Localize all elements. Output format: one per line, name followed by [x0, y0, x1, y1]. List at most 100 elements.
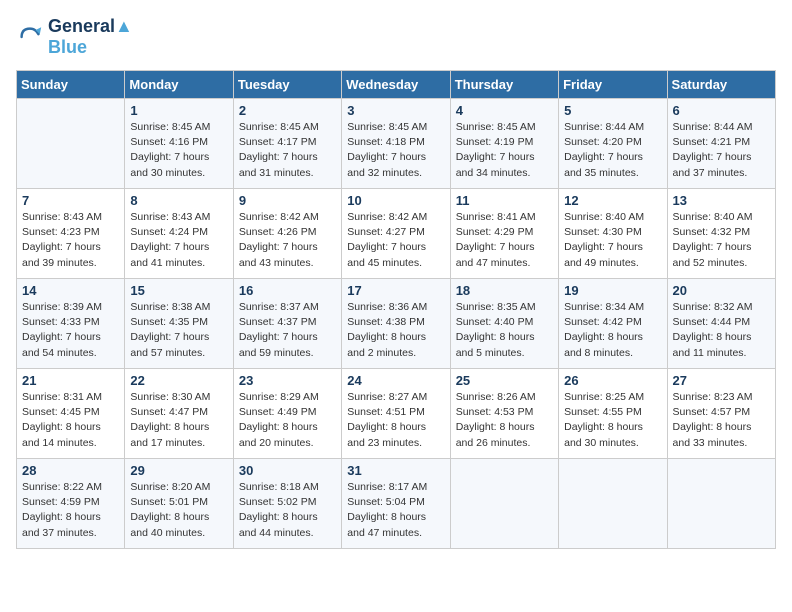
weekday-header: Wednesday	[342, 71, 450, 99]
weekday-header: Monday	[125, 71, 233, 99]
day-number: 23	[239, 373, 336, 388]
cell-info: Sunrise: 8:36 AMSunset: 4:38 PMDaylight:…	[347, 300, 444, 361]
cell-info: Sunrise: 8:17 AMSunset: 5:04 PMDaylight:…	[347, 480, 444, 541]
cell-info: Sunrise: 8:45 AMSunset: 4:17 PMDaylight:…	[239, 120, 336, 181]
calendar-cell: 19 Sunrise: 8:34 AMSunset: 4:42 PMDayligh…	[559, 279, 667, 369]
day-number: 13	[673, 193, 770, 208]
calendar-cell: 20 Sunrise: 8:32 AMSunset: 4:44 PMDayligh…	[667, 279, 775, 369]
day-number: 12	[564, 193, 661, 208]
logo-text: General▲ Blue	[48, 16, 133, 58]
cell-info: Sunrise: 8:39 AMSunset: 4:33 PMDaylight:…	[22, 300, 119, 361]
calendar-cell	[559, 459, 667, 549]
weekday-header: Sunday	[17, 71, 125, 99]
calendar-cell: 12 Sunrise: 8:40 AMSunset: 4:30 PMDayligh…	[559, 189, 667, 279]
day-number: 16	[239, 283, 336, 298]
cell-info: Sunrise: 8:27 AMSunset: 4:51 PMDaylight:…	[347, 390, 444, 451]
day-number: 27	[673, 373, 770, 388]
day-number: 8	[130, 193, 227, 208]
calendar-cell: 10 Sunrise: 8:42 AMSunset: 4:27 PMDayligh…	[342, 189, 450, 279]
calendar-cell: 9Sunrise: 8:42 AMSunset: 4:26 PMDaylight…	[233, 189, 341, 279]
logo-icon	[16, 23, 44, 51]
cell-info: Sunrise: 8:25 AMSunset: 4:55 PMDaylight:…	[564, 390, 661, 451]
weekday-header: Thursday	[450, 71, 558, 99]
calendar-header: SundayMondayTuesdayWednesdayThursdayFrid…	[17, 71, 776, 99]
day-number: 1	[130, 103, 227, 118]
calendar-cell	[450, 459, 558, 549]
calendar-cell: 2 Sunrise: 8:45 AMSunset: 4:17 PMDaylight…	[233, 99, 341, 189]
calendar-cell: 31 Sunrise: 8:17 AMSunset: 5:04 PMDayligh…	[342, 459, 450, 549]
day-number: 6	[673, 103, 770, 118]
day-number: 15	[130, 283, 227, 298]
calendar-cell: 16Sunrise: 8:37 AMSunset: 4:37 PMDayligh…	[233, 279, 341, 369]
calendar-cell: 7 Sunrise: 8:43 AMSunset: 4:23 PMDaylight…	[17, 189, 125, 279]
day-number: 7	[22, 193, 119, 208]
weekday-header: Friday	[559, 71, 667, 99]
calendar-cell: 6 Sunrise: 8:44 AMSunset: 4:21 PMDaylight…	[667, 99, 775, 189]
cell-info: Sunrise: 8:31 AMSunset: 4:45 PMDaylight:…	[22, 390, 119, 451]
weekday-header: Saturday	[667, 71, 775, 99]
day-number: 18	[456, 283, 553, 298]
day-number: 28	[22, 463, 119, 478]
cell-info: Sunrise: 8:35 AMSunset: 4:40 PMDaylight:…	[456, 300, 553, 361]
logo: General▲ Blue	[16, 16, 133, 58]
cell-info: Sunrise: 8:41 AMSunset: 4:29 PMDaylight:…	[456, 210, 553, 271]
cell-info: Sunrise: 8:45 AMSunset: 4:19 PMDaylight:…	[456, 120, 553, 181]
calendar-cell: 23 Sunrise: 8:29 AMSunset: 4:49 PMDayligh…	[233, 369, 341, 459]
cell-info: Sunrise: 8:45 AMSunset: 4:16 PMDaylight:…	[130, 120, 227, 181]
calendar-cell	[17, 99, 125, 189]
cell-info: Sunrise: 8:43 AMSunset: 4:23 PMDaylight:…	[22, 210, 119, 271]
calendar-cell: 4 Sunrise: 8:45 AMSunset: 4:19 PMDaylight…	[450, 99, 558, 189]
day-number: 19	[564, 283, 661, 298]
day-number: 4	[456, 103, 553, 118]
cell-info: Sunrise: 8:34 AMSunset: 4:42 PMDaylight:…	[564, 300, 661, 361]
cell-info: Sunrise: 8:42 AMSunset: 4:26 PMDaylight:…	[239, 210, 336, 271]
day-number: 21	[22, 373, 119, 388]
cell-info: Sunrise: 8:22 AMSunset: 4:59 PMDaylight:…	[22, 480, 119, 541]
calendar-cell: 17 Sunrise: 8:36 AMSunset: 4:38 PMDayligh…	[342, 279, 450, 369]
cell-info: Sunrise: 8:38 AMSunset: 4:35 PMDaylight:…	[130, 300, 227, 361]
calendar-cell: 18 Sunrise: 8:35 AMSunset: 4:40 PMDayligh…	[450, 279, 558, 369]
day-number: 30	[239, 463, 336, 478]
day-number: 20	[673, 283, 770, 298]
day-number: 2	[239, 103, 336, 118]
calendar-cell: 13 Sunrise: 8:40 AMSunset: 4:32 PMDayligh…	[667, 189, 775, 279]
calendar-cell	[667, 459, 775, 549]
calendar-cell: 1 Sunrise: 8:45 AMSunset: 4:16 PMDaylight…	[125, 99, 233, 189]
cell-info: Sunrise: 8:40 AMSunset: 4:32 PMDaylight:…	[673, 210, 770, 271]
cell-info: Sunrise: 8:26 AMSunset: 4:53 PMDaylight:…	[456, 390, 553, 451]
day-number: 14	[22, 283, 119, 298]
cell-info: Sunrise: 8:40 AMSunset: 4:30 PMDaylight:…	[564, 210, 661, 271]
page-header: General▲ Blue	[16, 16, 776, 58]
cell-info: Sunrise: 8:29 AMSunset: 4:49 PMDaylight:…	[239, 390, 336, 451]
calendar-cell: 24 Sunrise: 8:27 AMSunset: 4:51 PMDayligh…	[342, 369, 450, 459]
cell-info: Sunrise: 8:43 AMSunset: 4:24 PMDaylight:…	[130, 210, 227, 271]
calendar-cell: 28 Sunrise: 8:22 AMSunset: 4:59 PMDayligh…	[17, 459, 125, 549]
calendar-table: SundayMondayTuesdayWednesdayThursdayFrid…	[16, 70, 776, 549]
cell-info: Sunrise: 8:44 AMSunset: 4:20 PMDaylight:…	[564, 120, 661, 181]
cell-info: Sunrise: 8:20 AMSunset: 5:01 PMDaylight:…	[130, 480, 227, 541]
day-number: 5	[564, 103, 661, 118]
cell-info: Sunrise: 8:18 AMSunset: 5:02 PMDaylight:…	[239, 480, 336, 541]
calendar-cell: 25Sunrise: 8:26 AMSunset: 4:53 PMDayligh…	[450, 369, 558, 459]
day-number: 11	[456, 193, 553, 208]
calendar-cell: 8 Sunrise: 8:43 AMSunset: 4:24 PMDaylight…	[125, 189, 233, 279]
day-number: 26	[564, 373, 661, 388]
day-number: 22	[130, 373, 227, 388]
day-number: 31	[347, 463, 444, 478]
day-number: 10	[347, 193, 444, 208]
cell-info: Sunrise: 8:45 AMSunset: 4:18 PMDaylight:…	[347, 120, 444, 181]
calendar-cell: 3Sunrise: 8:45 AMSunset: 4:18 PMDaylight…	[342, 99, 450, 189]
calendar-cell: 11 Sunrise: 8:41 AMSunset: 4:29 PMDayligh…	[450, 189, 558, 279]
day-number: 29	[130, 463, 227, 478]
calendar-cell: 14 Sunrise: 8:39 AMSunset: 4:33 PMDayligh…	[17, 279, 125, 369]
day-number: 17	[347, 283, 444, 298]
calendar-cell: 26 Sunrise: 8:25 AMSunset: 4:55 PMDayligh…	[559, 369, 667, 459]
cell-info: Sunrise: 8:42 AMSunset: 4:27 PMDaylight:…	[347, 210, 444, 271]
calendar-cell: 30 Sunrise: 8:18 AMSunset: 5:02 PMDayligh…	[233, 459, 341, 549]
day-number: 24	[347, 373, 444, 388]
cell-info: Sunrise: 8:44 AMSunset: 4:21 PMDaylight:…	[673, 120, 770, 181]
cell-info: Sunrise: 8:32 AMSunset: 4:44 PMDaylight:…	[673, 300, 770, 361]
cell-info: Sunrise: 8:30 AMSunset: 4:47 PMDaylight:…	[130, 390, 227, 451]
calendar-cell: 22 Sunrise: 8:30 AMSunset: 4:47 PMDayligh…	[125, 369, 233, 459]
calendar-cell: 5 Sunrise: 8:44 AMSunset: 4:20 PMDaylight…	[559, 99, 667, 189]
